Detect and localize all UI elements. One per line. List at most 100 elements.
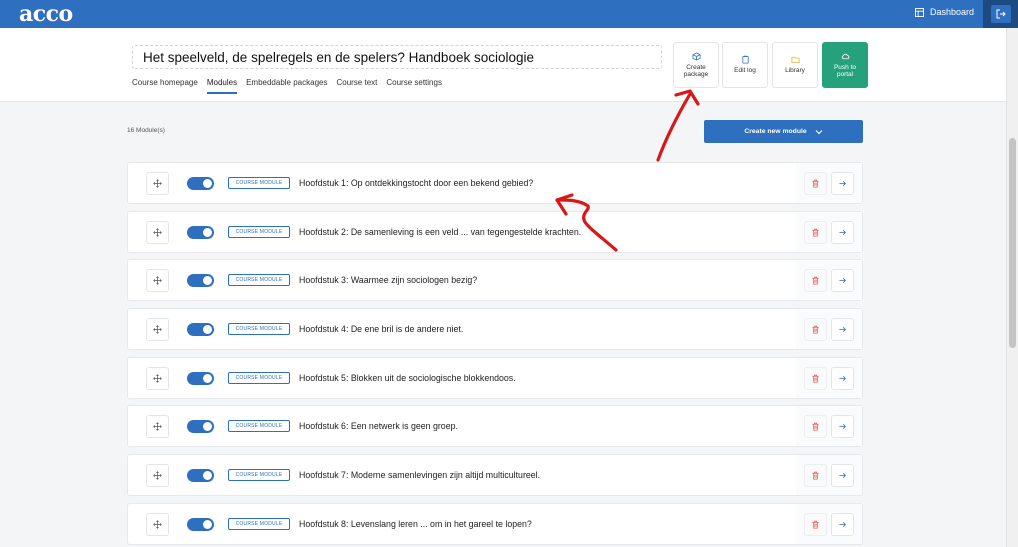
module-visibility-toggle[interactable] (187, 274, 214, 288)
move-icon (153, 422, 162, 432)
module-type-badge: COURSE MODULE (228, 323, 290, 336)
module-row[interactable]: COURSE MODULE Hoofdstuk 1: Op ontdekking… (127, 162, 863, 204)
trash-icon (812, 471, 819, 480)
module-type-badge: COURSE MODULE (228, 274, 290, 287)
open-module-button[interactable] (831, 464, 854, 488)
open-module-button[interactable] (831, 512, 854, 536)
delete-module-button[interactable] (804, 269, 827, 293)
delete-module-button[interactable] (804, 172, 827, 195)
create-package-label: Create package (683, 63, 709, 79)
edit-log-label: Edit log (734, 67, 756, 75)
delete-module-button[interactable] (804, 366, 827, 390)
scrollbar[interactable] (1006, 28, 1018, 547)
open-module-button[interactable] (831, 415, 854, 439)
module-row[interactable]: COURSE MODULE Hoofdstuk 5: Blokken uit d… (127, 356, 863, 399)
open-module-button[interactable] (831, 269, 854, 293)
trash-icon (812, 325, 819, 334)
module-title: Hoofdstuk 5: Blokken uit de sociologisch… (299, 372, 516, 383)
move-icon (153, 471, 162, 480)
edit-log-button[interactable]: Edit log (722, 42, 768, 88)
module-type-badge: COURSE MODULE (228, 517, 290, 530)
arrow-right-icon (839, 327, 846, 333)
chevron-down-icon (815, 129, 823, 134)
scrollbar-thumb[interactable] (1009, 138, 1016, 348)
dashboard-label: Dashboard (930, 7, 975, 17)
delete-module-button[interactable] (804, 464, 827, 488)
drag-handle[interactable] (146, 464, 169, 488)
tab-embeddable-packages[interactable]: Embeddable packages (246, 78, 327, 94)
create-new-module-button[interactable]: Create new module (704, 120, 863, 143)
delete-module-button[interactable] (804, 318, 827, 342)
module-visibility-toggle[interactable] (187, 323, 214, 337)
open-module-button[interactable] (831, 172, 854, 195)
course-tabs: Course homepage Modules Embeddable packa… (132, 78, 442, 94)
push-to-portal-button[interactable]: Push to portal (822, 42, 868, 88)
dashboard-icon (915, 7, 924, 17)
module-row[interactable]: COURSE MODULE Hoofdstuk 4: De ene bril i… (127, 308, 863, 351)
trash-icon (812, 228, 819, 237)
trash-icon (812, 277, 819, 285)
tab-modules[interactable]: Modules (206, 78, 238, 94)
module-title: Hoofdstuk 3: Waarmee zijn sociologen bez… (299, 275, 478, 286)
trash-icon (812, 374, 819, 383)
open-module-button[interactable] (831, 318, 854, 342)
module-type-badge: COURSE MODULE (228, 371, 290, 384)
folder-icon (790, 57, 800, 64)
module-row[interactable]: COURSE MODULE Hoofdstuk 8: Levenslang le… (127, 502, 863, 545)
package-icon (691, 51, 701, 61)
drag-handle[interactable] (146, 269, 169, 293)
tab-course-settings[interactable]: Course settings (386, 78, 442, 94)
logout-icon (996, 9, 1006, 19)
arrow-right-icon (839, 229, 846, 235)
drag-handle[interactable] (146, 366, 169, 390)
arrow-right-icon (839, 473, 846, 479)
push-to-portal-label: Push to portal (833, 63, 857, 79)
module-title: Hoofdstuk 6: Een netwerk is geen groep. (299, 421, 458, 432)
delete-module-button[interactable] (804, 220, 827, 244)
drag-handle[interactable] (146, 172, 169, 195)
library-button[interactable]: Library (772, 42, 818, 88)
delete-module-button[interactable] (804, 415, 827, 439)
trash-icon (812, 179, 819, 188)
create-package-button[interactable]: Create package (673, 42, 719, 88)
module-row[interactable]: COURSE MODULE Hoofdstuk 3: Waarmee zijn … (127, 259, 863, 302)
drag-handle[interactable] (146, 512, 169, 536)
move-icon (153, 227, 162, 237)
open-module-button[interactable] (831, 366, 854, 390)
dashboard-link[interactable]: Dashboard (915, 7, 974, 17)
module-type-badge: COURSE MODULE (228, 420, 290, 433)
drag-handle[interactable] (146, 318, 169, 342)
acco-logo[interactable]: acco (19, 2, 73, 26)
module-row[interactable]: COURSE MODULE Hoofdstuk 7: Moderne samen… (127, 454, 863, 497)
arrow-right-icon (839, 521, 846, 527)
open-module-button[interactable] (831, 220, 854, 244)
course-title-field[interactable]: Het speelveld, de spelregels en de spele… (132, 45, 662, 69)
move-icon (153, 179, 162, 188)
module-type-badge: COURSE MODULE (228, 225, 290, 238)
module-visibility-toggle[interactable] (187, 517, 214, 531)
module-visibility-toggle[interactable] (187, 371, 214, 385)
tab-course-homepage[interactable]: Course homepage (132, 78, 198, 94)
module-row[interactable]: COURSE MODULE Hoofdstuk 6: Een netwerk i… (127, 405, 863, 448)
move-icon (153, 276, 162, 286)
module-title: Hoofdstuk 1: Op ontdekkingstocht door ee… (299, 178, 534, 188)
move-icon (153, 520, 162, 529)
module-list: COURSE MODULE Hoofdstuk 1: Op ontdekking… (127, 162, 863, 547)
module-visibility-toggle[interactable] (187, 469, 214, 483)
logout-button[interactable] (983, 0, 1018, 28)
module-visibility-toggle[interactable] (187, 420, 214, 434)
module-count: 16 Module(s) (127, 127, 165, 134)
module-row[interactable]: COURSE MODULE Hoofdstuk 2: De samenlevin… (127, 210, 863, 253)
arrow-right-icon (839, 278, 846, 284)
drag-handle[interactable] (146, 220, 169, 244)
tab-course-text[interactable]: Course text (336, 78, 377, 94)
module-visibility-toggle[interactable] (187, 177, 214, 190)
drag-handle[interactable] (146, 415, 169, 439)
module-title: Hoofdstuk 4: De ene bril is de andere ni… (299, 324, 464, 335)
create-new-module-label: Create new module (744, 128, 807, 135)
delete-module-button[interactable] (804, 512, 827, 536)
course-header: Het speelveld, de spelregels en de spele… (0, 28, 1006, 102)
module-visibility-toggle[interactable] (187, 225, 214, 239)
move-icon (153, 373, 162, 383)
move-icon (153, 325, 162, 334)
